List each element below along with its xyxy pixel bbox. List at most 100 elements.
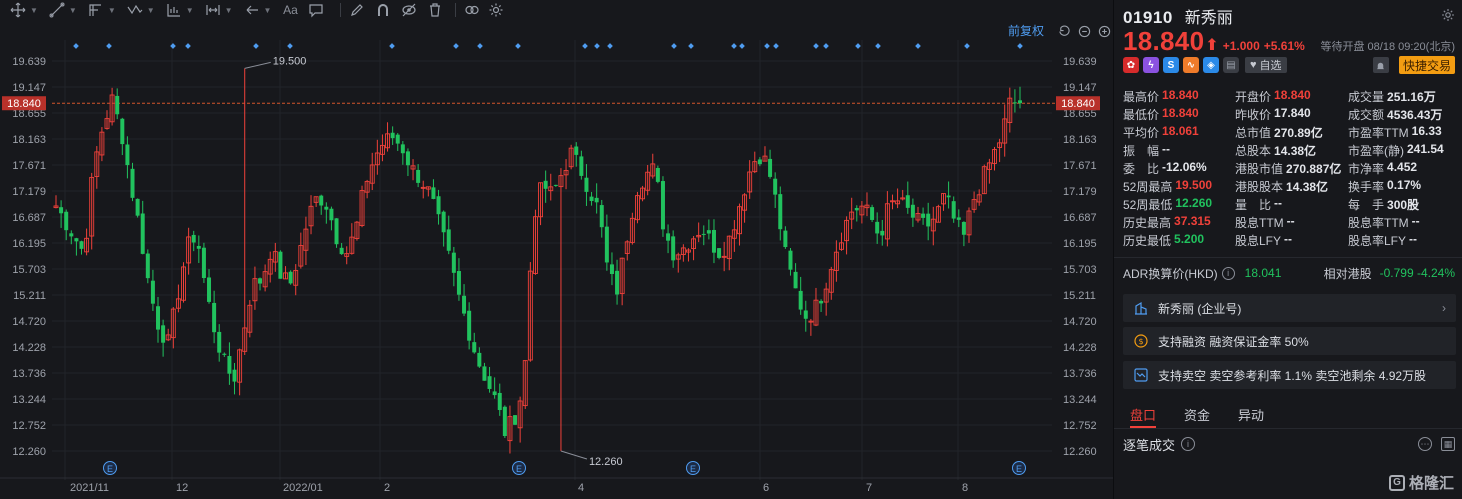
- candle-body-down: [666, 233, 671, 241]
- stat-cell: 总市值 270.89亿: [1235, 124, 1348, 141]
- chevron-down-icon[interactable]: ▼: [186, 6, 194, 15]
- measure-icon[interactable]: [164, 0, 184, 20]
- stat-value: 0.17%: [1387, 177, 1422, 192]
- stat-value: 19.500: [1175, 177, 1213, 192]
- add-watchlist-button[interactable]: ♥ 自选: [1245, 57, 1287, 73]
- chevron-down-icon[interactable]: ▼: [108, 6, 116, 15]
- tag-icon[interactable]: ◈: [1203, 57, 1219, 73]
- stat-cell: 52周最高 19.500: [1123, 178, 1235, 195]
- candle-body-down: [1012, 102, 1017, 104]
- margin-card[interactable]: $ 支持融资 融资保证金率 50%: [1123, 327, 1456, 355]
- chevron-down-icon[interactable]: ▼: [69, 6, 77, 15]
- y-tick-label-left: 17.671: [12, 160, 46, 172]
- trendline-icon[interactable]: [47, 0, 67, 20]
- stat-cell: 最高价 18.840: [1123, 88, 1235, 105]
- eye-icon[interactable]: [399, 0, 419, 20]
- stat-label: 委 比: [1123, 161, 1160, 176]
- link-icon[interactable]: [462, 0, 482, 20]
- chevron-right-icon: ›: [1442, 301, 1446, 315]
- up-arrow-icon: ⬆: [1205, 37, 1219, 54]
- toolbar-divider: [455, 3, 457, 17]
- candle-body-down: [59, 207, 64, 214]
- y-tick-label-left: 12.260: [12, 446, 46, 458]
- grid-icon[interactable]: ▦: [1441, 437, 1455, 451]
- magnet-icon[interactable]: [373, 0, 393, 20]
- tab-orderbook[interactable]: 盘口: [1130, 400, 1157, 428]
- stat-value: 241.54: [1407, 141, 1444, 156]
- candle-body-down: [589, 196, 594, 201]
- undo-arrow-icon[interactable]: [242, 0, 262, 20]
- stats-row: 最低价 18.840 昨收价 17.840 成交额 4536.43万: [1123, 105, 1459, 123]
- tab-capital-flow[interactable]: 资金: [1184, 400, 1210, 428]
- hk-flag-icon[interactable]: ✿: [1123, 57, 1139, 73]
- crosshair-icon[interactable]: [8, 0, 28, 20]
- tab-anomaly[interactable]: 异动: [1238, 400, 1264, 428]
- candle-body-down: [910, 204, 915, 218]
- stat-value: 4536.43万: [1387, 107, 1443, 122]
- pattern-icon[interactable]: [125, 0, 145, 20]
- reset-icon[interactable]: [1056, 23, 1072, 39]
- candle-body-down: [156, 306, 161, 330]
- candle-body-down: [441, 211, 446, 233]
- candle-body-down: [69, 233, 74, 237]
- bell-icon[interactable]: [1372, 57, 1389, 73]
- info-icon[interactable]: i: [1181, 437, 1196, 451]
- candle-body-down: [329, 208, 334, 221]
- stat-label: 平均价: [1123, 125, 1160, 140]
- candle-body-down: [405, 151, 410, 166]
- chevron-down-icon[interactable]: ▼: [30, 6, 38, 15]
- text-icon[interactable]: Aa: [280, 0, 300, 20]
- market-status: 等待开盘 08/18 09:20(北京): [1320, 41, 1456, 53]
- y-tick-label-left: 15.211: [13, 290, 46, 302]
- y-tick-label-left: 18.163: [12, 134, 46, 146]
- y-tick-label-left: 14.228: [12, 342, 46, 354]
- stat-cell: 股息TTM --: [1235, 214, 1348, 231]
- kline-chart[interactable]: 19.639 19.63919.147 19.14718.655 18.65518.1…: [0, 0, 1113, 499]
- connect-badge-icon[interactable]: ∿: [1183, 57, 1199, 73]
- price-adjust-toggle[interactable]: 前复权: [1008, 22, 1044, 39]
- stats-row: 最高价 18.840 开盘价 18.840 成交量 251.16万: [1123, 87, 1459, 105]
- short-sell-card[interactable]: 支持卖空 卖空参考利率 1.1% 卖空池剩余 4.92万股: [1123, 361, 1456, 389]
- info-icon[interactable]: i: [1221, 266, 1235, 280]
- chevron-down-icon[interactable]: ▼: [147, 6, 155, 15]
- price-change: +1.000: [1222, 39, 1260, 53]
- doc-icon[interactable]: ▤: [1223, 57, 1239, 73]
- short-icon: [1133, 367, 1149, 383]
- stat-value: 14.38亿: [1286, 179, 1329, 194]
- settings-icon[interactable]: [486, 0, 506, 20]
- earnings-marker-label: E: [516, 464, 522, 474]
- pencil-icon[interactable]: [347, 0, 367, 20]
- candle-body-down: [502, 406, 507, 437]
- candle-body-down: [609, 264, 614, 275]
- margin-label: 支持融资 融资保证金率 50%: [1158, 334, 1309, 349]
- stats-row: 历史最低 5.200 股息LFY -- 股息率LFY --: [1123, 231, 1459, 249]
- chevron-down-icon[interactable]: ▼: [264, 6, 272, 15]
- stat-label: 市盈率TTM: [1348, 125, 1409, 140]
- dividend-marker: [739, 43, 745, 49]
- candle-body-down: [701, 233, 706, 235]
- trash-icon[interactable]: [425, 0, 445, 20]
- fib-icon[interactable]: [86, 0, 106, 20]
- y-tick-label-left: 12.752: [12, 420, 46, 432]
- y-tick-label-right: 17.179: [1063, 186, 1097, 198]
- stat-label: 总股本: [1235, 143, 1272, 158]
- lightning-icon[interactable]: ϟ: [1143, 57, 1159, 73]
- heart-icon: ♥: [1250, 59, 1257, 71]
- quick-trade-button[interactable]: 快捷交易: [1398, 56, 1455, 74]
- stat-value: 270.89亿: [1274, 125, 1323, 140]
- stats-row: 振 幅 -- 总股本 14.38亿 市盈率(静) 241.54: [1123, 141, 1459, 159]
- comment-icon[interactable]: [306, 0, 326, 20]
- s-badge-icon[interactable]: S: [1163, 57, 1179, 73]
- company-account-card[interactable]: 新秀丽 (企业号) ›: [1123, 294, 1456, 322]
- zoom-out-icon[interactable]: [1076, 23, 1092, 39]
- range-icon[interactable]: [203, 0, 223, 20]
- dividend-marker: [106, 43, 112, 49]
- gear-icon[interactable]: [1441, 8, 1455, 22]
- zoom-in-icon[interactable]: [1096, 23, 1112, 39]
- y-tick-label-right: 16.687: [1063, 212, 1097, 224]
- more-icon[interactable]: ⋯: [1418, 437, 1432, 451]
- stock-title: 01910 新秀丽: [1123, 4, 1455, 27]
- chevron-down-icon[interactable]: ▼: [225, 6, 233, 15]
- candle-body-down: [217, 331, 222, 353]
- y-tick-label-right: 12.752: [1063, 420, 1097, 432]
